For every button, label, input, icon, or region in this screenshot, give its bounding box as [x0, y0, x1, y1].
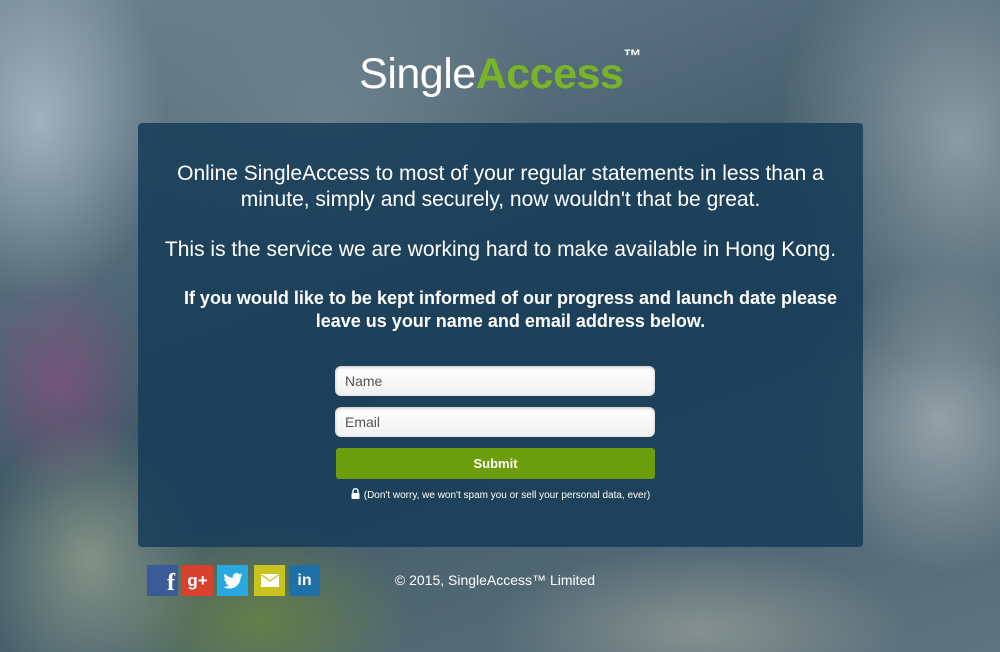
privacy-note-text: (Don't worry, we won't spam you or sell …: [363, 490, 651, 501]
lock-icon: [351, 488, 360, 502]
copyright-text: © 2015, SingleAccess™ Limited: [394, 572, 596, 588]
privacy-note: (Don't worry, we won't spam you or sell …: [138, 488, 863, 502]
service-note: This is the service we are working hard …: [164, 238, 837, 261]
email-input[interactable]: [335, 407, 655, 437]
submit-button[interactable]: Submit: [336, 448, 655, 479]
signup-prompt: If you would like to be kept informed of…: [183, 288, 838, 331]
intro-text: Online SingleAccess to most of your regu…: [177, 162, 824, 211]
site-logo: SingleAccess™: [0, 46, 1000, 99]
logo-trademark: ™: [623, 46, 641, 66]
logo-part-single: Single: [359, 50, 476, 98]
logo-part-access: Access: [475, 50, 624, 98]
signup-panel: Online SingleAccess to most of your regu…: [138, 123, 863, 547]
name-input[interactable]: [335, 366, 655, 396]
